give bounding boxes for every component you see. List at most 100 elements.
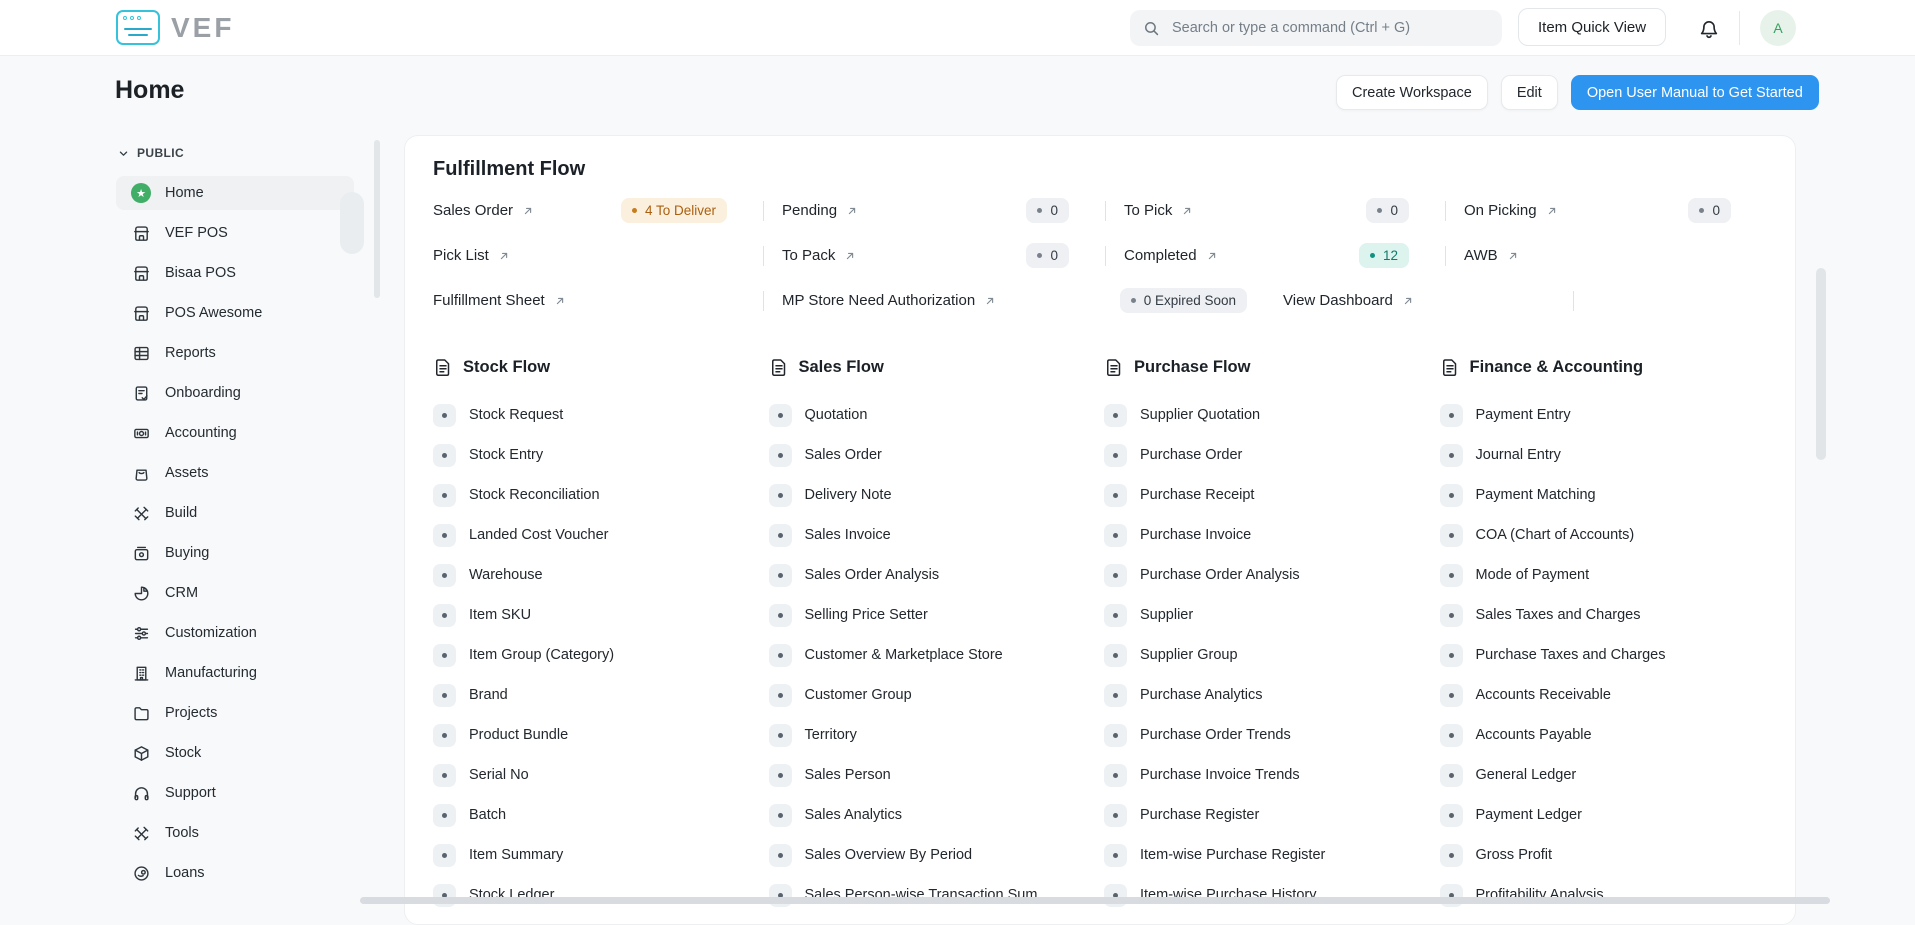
sidebar-splitter-handle[interactable] [340, 192, 364, 254]
shortcut-item[interactable]: Accounts Payable [1440, 723, 1768, 747]
shortcut-item[interactable]: Batch [433, 803, 761, 827]
shortcut-item[interactable]: Sales Taxes and Charges [1440, 603, 1768, 627]
sidebar-item[interactable]: Reports [116, 336, 354, 370]
sidebar-item[interactable]: Manufacturing [116, 656, 354, 690]
shortcut-item[interactable]: Customer Group [769, 683, 1097, 707]
sidebar-item[interactable]: Tools [116, 816, 354, 850]
shortcut-item[interactable]: Payment Entry [1440, 403, 1768, 427]
user-avatar[interactable]: A [1760, 10, 1796, 46]
global-search[interactable] [1130, 10, 1502, 46]
edit-button[interactable]: Edit [1501, 75, 1558, 110]
shortcut-item[interactable]: Mode of Payment [1440, 563, 1768, 587]
shortcut-item[interactable]: Item SKU [433, 603, 761, 627]
sidebar-item[interactable]: Onboarding [116, 376, 354, 410]
shortcut-item[interactable]: Landed Cost Voucher [433, 523, 761, 547]
shortcut-item[interactable]: COA (Chart of Accounts) [1440, 523, 1768, 547]
shortcut-item[interactable]: Supplier Quotation [1104, 403, 1432, 427]
sidebar-scrollbar[interactable] [374, 140, 380, 298]
shortcut-item[interactable]: Warehouse [433, 563, 761, 587]
shortcut-item[interactable]: Supplier Group [1104, 643, 1432, 667]
flow-link[interactable]: Pick List [433, 247, 510, 264]
flow-link[interactable]: On Picking [1464, 202, 1558, 219]
shortcut-item[interactable]: Purchase Analytics [1104, 683, 1432, 707]
shortcut-item[interactable]: Journal Entry [1440, 443, 1768, 467]
shortcut-item[interactable]: Purchase Invoice Trends [1104, 763, 1432, 787]
shortcut-item[interactable]: Territory [769, 723, 1097, 747]
shortcut-item[interactable]: Brand [433, 683, 761, 707]
sidebar-item[interactable]: Loans [116, 856, 354, 890]
shortcut-item[interactable]: Payment Matching [1440, 483, 1768, 507]
flow-link[interactable]: Completed [1124, 247, 1218, 264]
shortcut-item[interactable]: Sales Overview By Period [769, 843, 1097, 867]
flow-link[interactable]: To Pick [1124, 202, 1193, 219]
open-user-manual-button[interactable]: Open User Manual to Get Started [1571, 75, 1819, 110]
flow-link[interactable]: AWB [1464, 247, 1519, 264]
sidebar-item[interactable]: CRM [116, 576, 354, 610]
shortcut-item[interactable]: Item Group (Category) [433, 643, 761, 667]
sidebar-item[interactable]: VEF POS [116, 216, 354, 250]
shortcut-item[interactable]: Quotation [769, 403, 1097, 427]
shortcut-item[interactable]: Purchase Receipt [1104, 483, 1432, 507]
shortcut-item[interactable]: Item-wise Purchase Register [1104, 843, 1432, 867]
shortcut-item[interactable]: Purchase Taxes and Charges [1440, 643, 1768, 667]
flow-link[interactable]: Fulfillment Sheet [433, 292, 566, 309]
sidebar-item[interactable]: Projects [116, 696, 354, 730]
sidebar-item[interactable]: Assets [116, 456, 354, 490]
shortcut-item[interactable]: Purchase Order Trends [1104, 723, 1432, 747]
shortcut-item[interactable]: Purchase Order [1104, 443, 1432, 467]
sidebar-item[interactable]: ★ Home [116, 176, 354, 210]
shortcut-item[interactable]: Purchase Register [1104, 803, 1432, 827]
shortcut-item[interactable]: Purchase Order Analysis [1104, 563, 1432, 587]
item-quick-view-button[interactable]: Item Quick View [1518, 8, 1666, 46]
shortcut-item[interactable]: Gross Profit [1440, 843, 1768, 867]
create-workspace-button[interactable]: Create Workspace [1336, 75, 1488, 110]
search-input[interactable] [1170, 19, 1489, 37]
shortcut-item[interactable]: Customer & Marketplace Store [769, 643, 1097, 667]
horizontal-scrollbar[interactable] [360, 897, 1830, 904]
vertical-scrollbar[interactable] [1816, 268, 1826, 460]
shortcut-item[interactable]: General Ledger [1440, 763, 1768, 787]
shortcut-item[interactable]: Serial No [433, 763, 761, 787]
count-badge[interactable]: 12 [1359, 243, 1409, 268]
flow-link[interactable]: Sales Order [433, 202, 534, 219]
sidebar-item[interactable]: Customization [116, 616, 354, 650]
count-badge[interactable]: 4 To Deliver [621, 198, 727, 223]
shortcut-item[interactable]: Accounts Receivable [1440, 683, 1768, 707]
flow-link[interactable]: Pending [782, 202, 858, 219]
count-badge[interactable]: 0 [1026, 243, 1069, 268]
notification-bell-icon[interactable] [1697, 16, 1721, 40]
shortcut-item[interactable]: Sales Order [769, 443, 1097, 467]
sidebar-item[interactable]: Accounting [116, 416, 354, 450]
count-badge[interactable]: 0 [1366, 198, 1409, 223]
sidebar-item[interactable]: Build [116, 496, 354, 530]
cell-divider [1105, 201, 1106, 221]
flow-link[interactable]: MP Store Need Authorization [782, 292, 996, 309]
bullet-dot-icon [1104, 724, 1127, 747]
shortcut-item[interactable]: Sales Invoice [769, 523, 1097, 547]
shortcut-item[interactable]: Payment Ledger [1440, 803, 1768, 827]
count-badge[interactable]: 0 [1026, 198, 1069, 223]
sidebar-item[interactable]: Support [116, 776, 354, 810]
shortcut-item[interactable]: Sales Person [769, 763, 1097, 787]
shortcut-item[interactable]: Delivery Note [769, 483, 1097, 507]
shortcut-item[interactable]: Sales Analytics [769, 803, 1097, 827]
sidebar-item[interactable]: Stock [116, 736, 354, 770]
shortcut-item[interactable]: Sales Order Analysis [769, 563, 1097, 587]
shortcut-item[interactable]: Supplier [1104, 603, 1432, 627]
app-logo[interactable]: VEF [116, 10, 234, 45]
count-badge[interactable]: 0 Expired Soon [1120, 288, 1247, 313]
shortcut-item[interactable]: Product Bundle [433, 723, 761, 747]
shortcut-item[interactable]: Stock Entry [433, 443, 761, 467]
shortcut-item[interactable]: Stock Request [433, 403, 761, 427]
flow-link[interactable]: View Dashboard [1283, 292, 1414, 309]
shortcut-item[interactable]: Selling Price Setter [769, 603, 1097, 627]
shortcut-item[interactable]: Item Summary [433, 843, 761, 867]
sidebar-item[interactable]: Buying [116, 536, 354, 570]
sidebar-item[interactable]: Bisaa POS [116, 256, 354, 290]
flow-link[interactable]: To Pack [782, 247, 856, 264]
sidebar-section-public[interactable]: PUBLIC [116, 146, 354, 160]
count-badge[interactable]: 0 [1688, 198, 1731, 223]
sidebar-item[interactable]: POS Awesome [116, 296, 354, 330]
shortcut-item[interactable]: Stock Reconciliation [433, 483, 761, 507]
shortcut-item[interactable]: Purchase Invoice [1104, 523, 1432, 547]
